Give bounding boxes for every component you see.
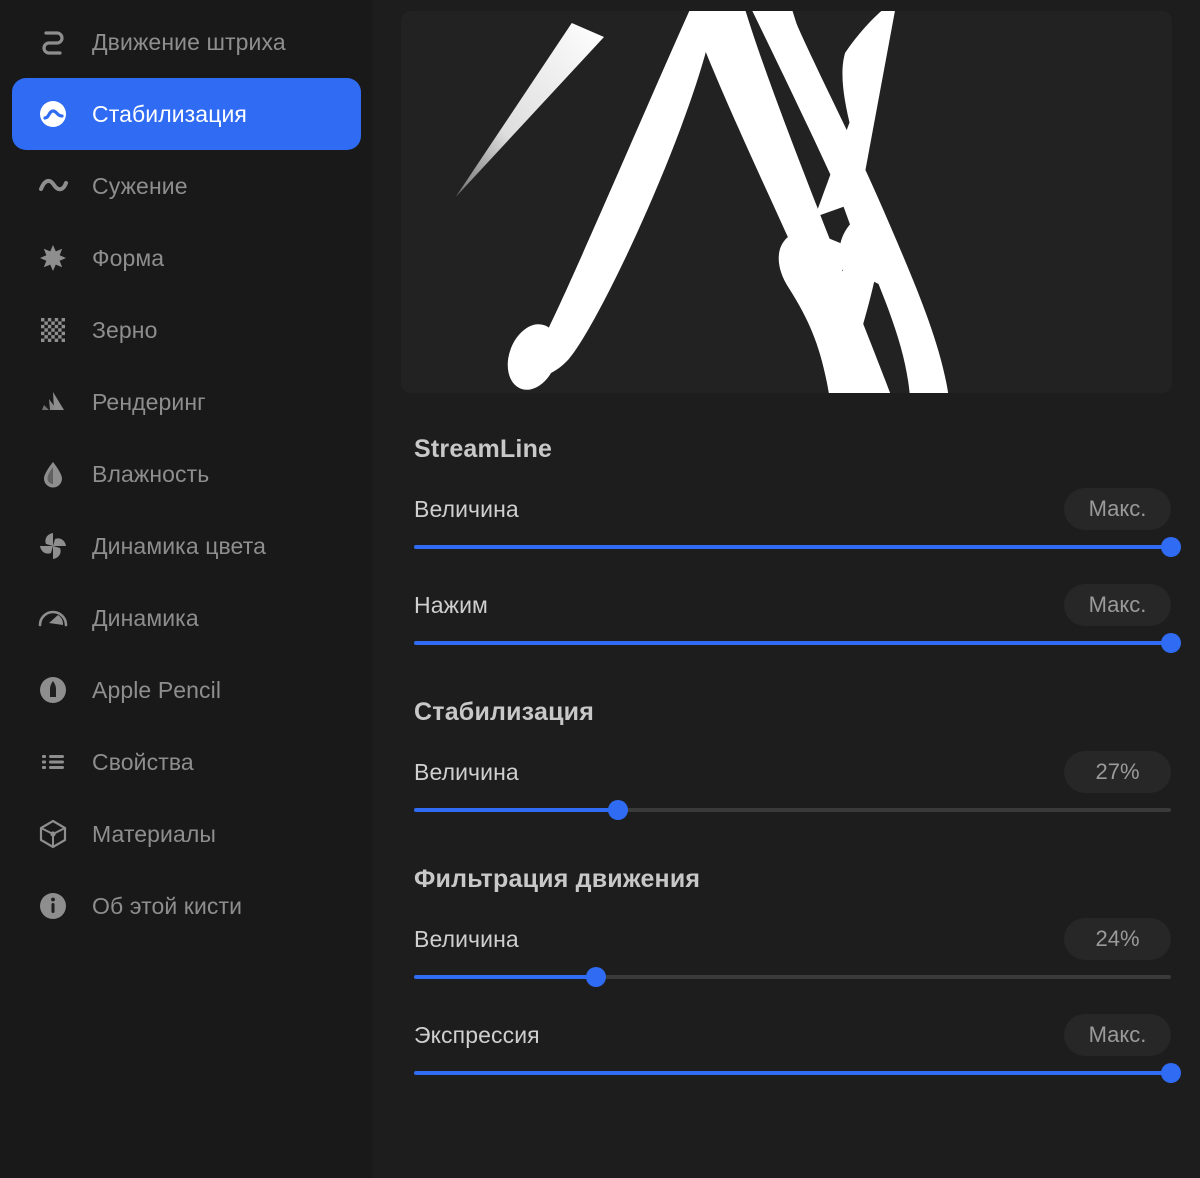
brush-stroke-preview <box>401 11 1172 393</box>
slider-value-badge[interactable]: Макс. <box>1064 584 1171 626</box>
sidebar-item-label: Зерно <box>92 316 158 343</box>
brush-studio-panel: Движение штриха Стабилизация Сужение Форма З… <box>0 0 1200 1178</box>
sidebar-item-label: Об этой кисти <box>92 892 243 919</box>
slider-thumb[interactable] <box>608 800 629 820</box>
slider-row-фильтрация-движения-величина: Величина 24% <box>401 918 1172 990</box>
slider-header: Величина Макс. <box>414 488 1172 530</box>
settings-main-panel: StreamLine Величина Макс. Нажим Макс. Стабили… <box>373 0 1200 1178</box>
sidebar-item-label: Свойства <box>92 748 194 775</box>
slider-row-streamline-величина: Величина Макс. <box>401 488 1181 560</box>
sidebar-item-label: Динамика цвета <box>92 532 266 559</box>
sidebar-item-об-этой-кисти[interactable]: Об этой кисти <box>12 870 361 942</box>
slider-thumb[interactable] <box>585 967 606 987</box>
slider-track-fill <box>414 545 1171 549</box>
slider-row-стабилизация-величина: Величина 27% <box>401 751 1172 823</box>
slider-track[interactable] <box>414 964 1171 990</box>
properties-list-icon <box>36 745 70 779</box>
slider-row-фильтрация-движения-экспрессия: Экспрессия Макс. <box>401 1014 1181 1086</box>
slider-thumb[interactable] <box>1161 537 1181 557</box>
slider-label: Величина <box>414 758 519 785</box>
sidebar-item-label: Стабилизация <box>92 100 247 127</box>
materials-cube-icon <box>36 817 70 851</box>
slider-value-badge[interactable]: 27% <box>1064 751 1171 793</box>
sidebar-item-сужение[interactable]: Сужение <box>12 150 361 222</box>
shape-star-icon <box>36 241 70 275</box>
slider-value-badge[interactable]: Макс. <box>1064 488 1171 530</box>
sidebar-item-форма[interactable]: Форма <box>12 222 361 294</box>
slider-track[interactable] <box>414 797 1171 823</box>
wet-mix-droplet-icon <box>36 457 70 491</box>
sidebar-item-зерно[interactable]: Зерно <box>12 294 361 366</box>
sidebar-item-материалы[interactable]: Материалы <box>12 798 361 870</box>
sidebar-item-label: Apple Pencil <box>92 676 222 703</box>
slider-header: Экспрессия Макс. <box>414 1014 1172 1056</box>
sidebar-item-label: Материалы <box>92 820 217 847</box>
about-info-icon <box>36 889 70 923</box>
apple-pencil-icon <box>36 673 70 707</box>
section-title-streamline: StreamLine <box>414 435 553 463</box>
slider-value-badge[interactable]: Макс. <box>1064 1014 1171 1056</box>
slider-track[interactable] <box>414 1060 1181 1086</box>
sidebar-item-apple-pencil[interactable]: Apple Pencil <box>12 654 361 726</box>
stroke-path-icon <box>36 25 70 59</box>
section-title-фильтрация-движения: Фильтрация движения <box>414 865 701 893</box>
sidebar-item-стабилизация[interactable]: Стабилизация <box>12 78 361 150</box>
slider-row-streamline-нажим: Нажим Макс. <box>401 584 1181 656</box>
dynamics-speedometer-icon <box>36 601 70 635</box>
slider-track[interactable] <box>414 534 1181 560</box>
slider-thumb[interactable] <box>1161 1063 1181 1083</box>
slider-header: Нажим Макс. <box>414 584 1172 626</box>
section-title-стабилизация: Стабилизация <box>414 698 594 726</box>
grain-checker-icon <box>36 313 70 347</box>
slider-label: Величина <box>414 925 519 952</box>
taper-icon <box>36 169 70 203</box>
slider-label: Нажим <box>414 591 488 618</box>
slider-track-fill <box>414 1071 1171 1075</box>
slider-thumb[interactable] <box>1161 633 1181 653</box>
color-dynamics-pinwheel-icon <box>36 529 70 563</box>
slider-header: Величина 24% <box>414 918 1172 960</box>
slider-track-fill <box>414 975 596 979</box>
slider-label: Величина <box>414 495 519 522</box>
sidebar-item-label: Динамика <box>92 604 199 631</box>
sidebar-item-label: Рендеринг <box>92 388 206 415</box>
slider-header: Величина 27% <box>414 751 1172 793</box>
sidebar-item-движение-штриха[interactable]: Движение штриха <box>12 6 361 78</box>
sidebar-item-динамика[interactable]: Динамика <box>12 582 361 654</box>
sidebar-item-label: Сужение <box>92 172 188 199</box>
slider-label: Экспрессия <box>414 1021 540 1048</box>
sidebar-item-label: Движение штриха <box>92 28 286 55</box>
sidebar-item-свойства[interactable]: Свойства <box>12 726 361 798</box>
slider-track-fill <box>414 641 1171 645</box>
sidebar-item-label: Влажность <box>92 460 210 487</box>
slider-track-fill <box>414 808 619 812</box>
sidebar-item-влажность[interactable]: Влажность <box>12 438 361 510</box>
slider-value-badge[interactable]: 24% <box>1064 918 1171 960</box>
sidebar-item-рендеринг[interactable]: Рендеринг <box>12 366 361 438</box>
sidebar-item-динамика-цвета[interactable]: Динамика цвета <box>12 510 361 582</box>
rendering-icon <box>36 385 70 419</box>
slider-track[interactable] <box>414 630 1181 656</box>
brush-settings-sidebar: Движение штриха Стабилизация Сужение Форма З… <box>0 0 373 1178</box>
sidebar-item-label: Форма <box>92 244 165 271</box>
stroke-preview-canvas <box>455 11 949 393</box>
stabilization-icon <box>36 97 70 131</box>
